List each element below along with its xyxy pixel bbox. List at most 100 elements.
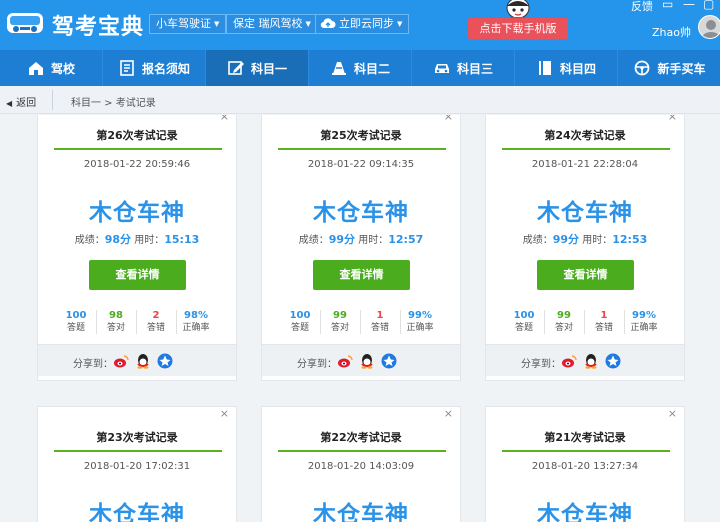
qq-icon[interactable] (583, 353, 599, 369)
record-date: 2018-01-22 09:14:35 (307, 159, 415, 170)
qq-icon[interactable] (135, 353, 151, 369)
stat-label: 答错 (594, 323, 613, 333)
cloud-sync-button[interactable]: 立即云同步 ▼ (315, 14, 410, 34)
title-underline (278, 450, 446, 452)
nav-label: 驾校 (50, 61, 75, 76)
stat-label: 答题 (66, 323, 85, 333)
stat-label: 答题 (290, 323, 309, 333)
title-underline (54, 450, 222, 452)
stat-divider (96, 310, 97, 334)
chevron-down-icon: ▼ (305, 20, 311, 28)
nav-item-registration[interactable]: 报名须知 (103, 50, 206, 86)
exam-record-card: × 第26次考试记录 2018-01-22 20:59:46 木仓车神 成绩：9… (37, 115, 237, 381)
steering-wheel-icon (635, 60, 650, 76)
close-icon[interactable]: × (444, 407, 453, 420)
share-bar: 分享到： (486, 344, 684, 376)
avatar-image-icon (702, 20, 720, 38)
view-details-button[interactable]: 查看详情 (537, 260, 634, 290)
qzone-icon[interactable] (605, 353, 621, 369)
weibo-icon[interactable] (337, 353, 353, 369)
time-label: 用时： (134, 235, 165, 246)
minimize-icon[interactable]: — (683, 0, 695, 11)
record-title: 第21次考试记录 (544, 431, 626, 444)
rank-title: 木仓车神 (313, 200, 409, 226)
share-bar: 分享到： (262, 344, 460, 376)
stat-divider (400, 310, 401, 334)
nav-label: 科目一 (250, 61, 287, 76)
close-icon[interactable]: × (220, 407, 229, 420)
rank-title: 木仓车神 (89, 200, 185, 226)
download-mobile-button[interactable]: 点击下载手机版 (468, 18, 568, 39)
close-icon[interactable]: × (668, 115, 677, 123)
stat-correct: 99 答对 (546, 310, 582, 334)
stat-value: 1 (600, 310, 608, 321)
license-type-select[interactable]: 小车驾驶证 ▼ (149, 14, 227, 34)
qq-icon[interactable] (359, 353, 375, 369)
back-button[interactable]: ◀ 返回 (6, 94, 36, 109)
stat-answered: 100 答题 (282, 310, 318, 334)
breadcrumb-divider (52, 90, 53, 110)
stat-value: 99 (333, 310, 347, 321)
nav-label: 科目二 (353, 61, 390, 76)
record-date: 2018-01-22 20:59:46 (83, 159, 191, 170)
stat-divider (624, 310, 625, 334)
nav-item-subject-three[interactable]: 科目三 (412, 50, 515, 86)
skin-icon[interactable]: ▭ (662, 0, 673, 11)
stat-correct: 99 答对 (322, 310, 358, 334)
nav-item-buy-car[interactable]: 新手买车 (618, 50, 720, 86)
close-icon[interactable]: × (668, 407, 677, 420)
record-title: 第26次考试记录 (96, 129, 178, 142)
stat-wrong: 1 答错 (586, 310, 622, 334)
stat-wrong: 1 答错 (362, 310, 398, 334)
qzone-icon[interactable] (381, 353, 397, 369)
exam-records-area[interactable]: × 第26次考试记录 2018-01-22 20:59:46 木仓车神 成绩：9… (0, 115, 720, 522)
stat-divider (584, 310, 585, 334)
nav-item-subject-one[interactable]: 科目一 (206, 50, 309, 86)
weibo-icon[interactable] (113, 353, 129, 369)
exam-record-card: × 第23次考试记录 2018-01-20 17:02:31 木仓车神 (37, 406, 237, 522)
traffic-cone-icon (331, 62, 346, 75)
record-title: 第23次考试记录 (96, 431, 178, 444)
feedback-link[interactable]: 反馈 (631, 0, 653, 14)
chevron-down-icon: ▼ (214, 20, 220, 28)
top-bar: 驾考宝典 小车驾驶证 ▼ 保定 瑞风驾校 ▼ 立即云同步 ▼ 点击下载手机版 反馈 ▭… (0, 0, 720, 50)
time-label: 用时： (358, 235, 389, 246)
main-nav: 驾校 报名须知 科目一 科目二 科目三 科目四 新手买车 (0, 50, 720, 86)
nav-item-school[interactable]: 驾校 (0, 50, 103, 86)
score-value: 98分 (104, 233, 132, 246)
nav-item-subject-two[interactable]: 科目二 (309, 50, 412, 86)
stat-correct: 98 答对 (98, 310, 134, 334)
restore-icon[interactable]: ▢ (703, 0, 714, 11)
breadcrumb: 科目一 > 考试记录 (71, 98, 156, 109)
exam-record-card: × 第21次考试记录 2018-01-20 13:27:34 木仓车神 (485, 406, 685, 522)
record-title: 第25次考试记录 (320, 129, 402, 142)
avatar[interactable] (698, 15, 720, 39)
stat-label: 答错 (146, 323, 165, 333)
close-icon[interactable]: × (220, 115, 229, 123)
app-logo-car-icon (7, 13, 43, 33)
record-title: 第24次考试记录 (544, 129, 626, 142)
stat-accuracy: 98% 正确率 (178, 310, 214, 334)
score-line: 成绩：98分 用时：15:13 (38, 231, 236, 247)
stat-value: 2 (152, 310, 160, 321)
nav-item-subject-four[interactable]: 科目四 (515, 50, 618, 86)
view-details-button[interactable]: 查看详情 (313, 260, 410, 290)
view-details-button[interactable]: 查看详情 (89, 260, 186, 290)
nav-label: 科目四 (559, 61, 596, 76)
exam-record-card: × 第22次考试记录 2018-01-20 14:03:09 木仓车神 (261, 406, 461, 522)
score-line: 成绩：99分 用时：12:53 (486, 231, 684, 247)
close-icon[interactable]: × (444, 115, 453, 123)
stat-value: 98 (109, 310, 123, 321)
school-select[interactable]: 保定 瑞风驾校 ▼ (226, 14, 318, 34)
username[interactable]: Zhao帅 (652, 24, 691, 40)
score-label: 成绩： (298, 235, 329, 246)
stat-divider (360, 310, 361, 334)
qzone-icon[interactable] (157, 353, 173, 369)
title-underline (278, 148, 446, 150)
stat-label: 答错 (370, 323, 389, 333)
score-label: 成绩： (74, 235, 105, 246)
score-label: 成绩： (522, 235, 553, 246)
cloud-upload-icon (320, 18, 336, 29)
stat-accuracy: 99% 正确率 (626, 310, 662, 334)
weibo-icon[interactable] (561, 353, 577, 369)
